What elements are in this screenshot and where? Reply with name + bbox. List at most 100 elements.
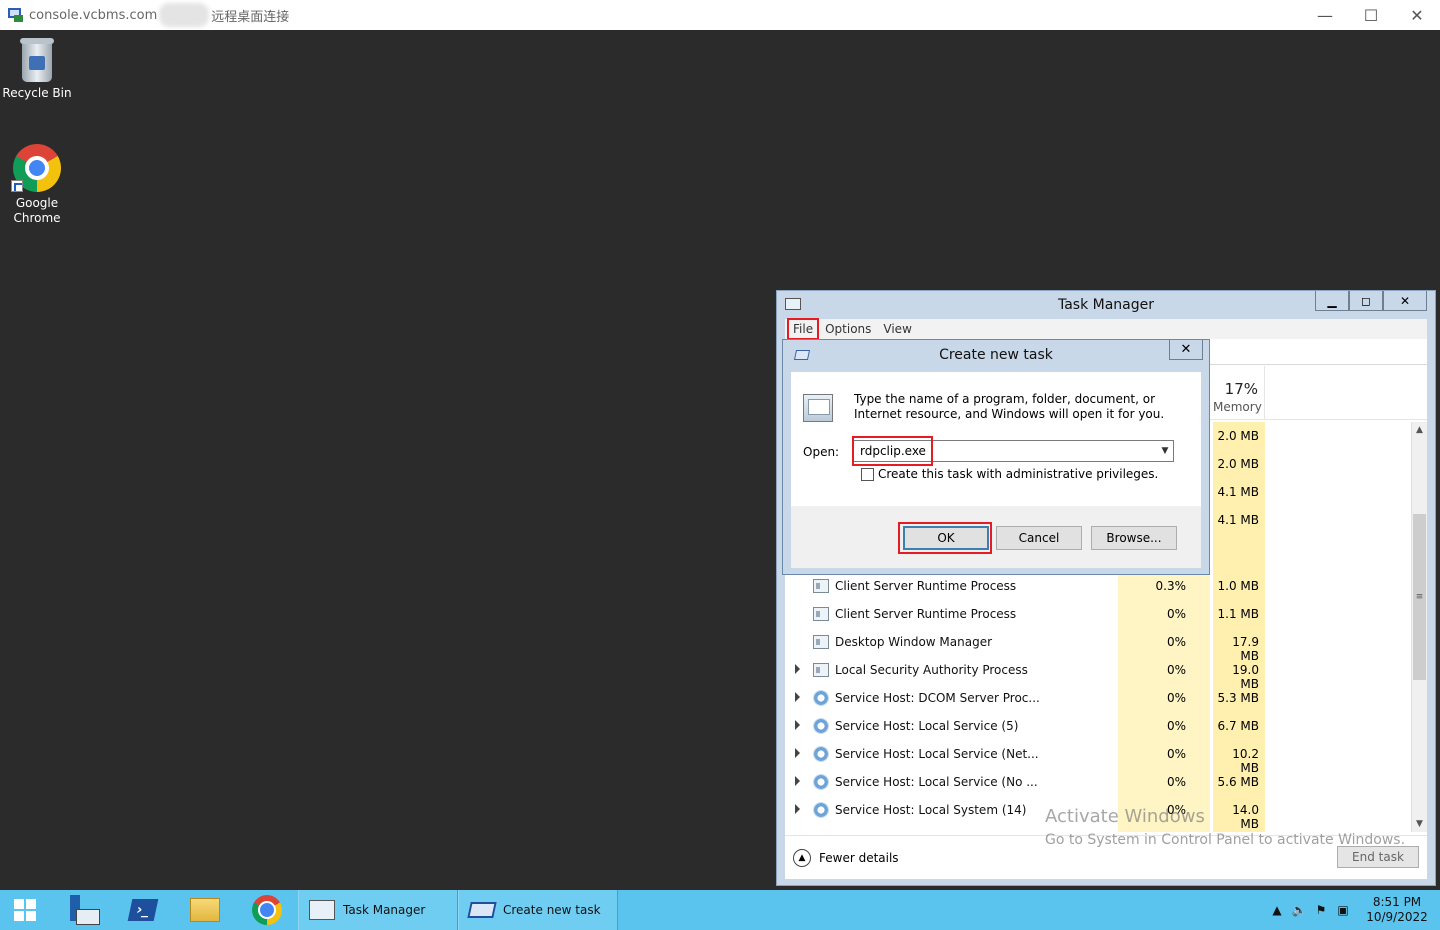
volume-icon[interactable]: 🔈 — [1288, 903, 1310, 917]
process-cpu: 0% — [1166, 747, 1186, 761]
window-icon — [813, 607, 829, 621]
server-manager-icon — [68, 895, 100, 925]
taskbar-task-manager-label: Task Manager — [343, 903, 426, 917]
expand-chevron-icon[interactable] — [795, 804, 800, 814]
fewer-details-label: Fewer details — [819, 851, 899, 865]
dialog-titlebar: Create new task ✕ — [783, 340, 1209, 370]
create-new-task-dialog: Create new task ✕ Type the name of a pro… — [782, 339, 1210, 575]
table-row[interactable]: Desktop Window Manager 0% 17.9 MB — [785, 628, 1411, 663]
open-input[interactable] — [853, 440, 1174, 462]
expand-chevron-icon[interactable] — [795, 748, 800, 758]
process-memory: 4.1 MB — [1217, 485, 1259, 499]
process-name: Desktop Window Manager — [835, 635, 993, 649]
menu-file[interactable]: File — [787, 318, 820, 340]
window-icon — [813, 635, 829, 649]
program-icon — [803, 394, 833, 422]
process-name: Service Host: Local Service (No ... — [835, 775, 1038, 789]
rdp-app-name: 远程桌面连接 — [211, 9, 290, 25]
admin-privileges-label: Create this task with administrative pri… — [878, 467, 1159, 481]
process-cpu: 0% — [1166, 691, 1186, 705]
file-explorer-button[interactable] — [174, 890, 236, 930]
process-name: Service Host: Local Service (Net... — [835, 747, 1039, 761]
process-name: Client Server Runtime Process — [835, 607, 1017, 621]
admin-privileges-option[interactable]: Create this task with administrative pri… — [861, 467, 1158, 481]
dialog-close-button[interactable]: ✕ — [1169, 340, 1203, 360]
tm-minimize-button[interactable]: ▁ — [1315, 291, 1349, 311]
system-tray: ▲ 🔈 ⚑ ▣ 8:51 PM 10/9/2022 — [1266, 890, 1440, 930]
gear-icon — [813, 802, 829, 818]
process-name: Service Host: Local System (14) — [835, 803, 1027, 817]
process-name: Service Host: DCOM Server Proc... — [835, 691, 1040, 705]
rdp-maximize-button[interactable]: ☐ — [1348, 0, 1394, 30]
memory-column-header[interactable]: 17% Memory — [1213, 366, 1265, 420]
admin-privileges-checkbox[interactable] — [861, 467, 874, 481]
process-cpu: 0% — [1166, 663, 1186, 677]
open-label: Open: — [803, 445, 840, 459]
rdp-host: console.vcbms.com — [29, 7, 158, 23]
powershell-icon: ›_ — [127, 899, 159, 921]
expand-chevron-icon[interactable] — [795, 664, 800, 674]
folder-icon — [190, 898, 220, 922]
expand-chevron-icon[interactable] — [795, 776, 800, 786]
recycle-bin-shortcut[interactable]: Recycle Bin — [0, 38, 74, 101]
expand-chevron-icon[interactable] — [795, 720, 800, 730]
task-manager-titlebar: Task Manager ▁ ◻ ✕ — [777, 291, 1435, 319]
table-row[interactable]: Service Host: DCOM Server Proc... 0% 5.3 M… — [785, 684, 1411, 712]
table-row[interactable]: Service Host: Local Service (No ... 0% 5.6… — [785, 768, 1411, 796]
windows-logo-icon — [14, 899, 36, 921]
chrome-icon — [11, 144, 61, 192]
table-row[interactable]: Service Host: Local Service (5) 0% 6.7 MB — [785, 712, 1411, 740]
recycle-bin-label: Recycle Bin — [2, 86, 72, 100]
table-row[interactable]: Client Server Runtime Process 0% 1.1 MB — [785, 600, 1411, 628]
run-icon — [467, 902, 497, 918]
process-memory: 5.6 MB — [1217, 775, 1259, 789]
process-cpu: 0% — [1166, 635, 1186, 649]
gear-icon — [813, 774, 829, 790]
show-hidden-icons-icon[interactable]: ▲ — [1266, 903, 1288, 917]
memory-label: Memory — [1213, 400, 1262, 414]
cancel-button[interactable]: Cancel — [996, 526, 1082, 550]
browse-button[interactable]: Browse... — [1091, 526, 1177, 550]
network-icon[interactable]: ▣ — [1332, 903, 1354, 917]
taskbar-task-manager[interactable]: Task Manager — [298, 890, 458, 930]
scroll-up-icon[interactable]: ▲ — [1412, 422, 1427, 438]
start-button[interactable] — [0, 890, 50, 930]
scroll-down-icon[interactable]: ▼ — [1412, 816, 1427, 832]
server-manager-button[interactable] — [50, 890, 112, 930]
ok-button[interactable]: OK — [903, 526, 989, 550]
fewer-details-button[interactable]: ▲ Fewer details — [793, 849, 899, 867]
tm-close-button[interactable]: ✕ — [1383, 291, 1427, 311]
table-row[interactable]: Client Server Runtime Process 0.3% 1.0 MB — [785, 572, 1411, 600]
flag-icon[interactable]: ⚑ — [1310, 903, 1332, 917]
google-chrome-shortcut[interactable]: Google Chrome — [0, 144, 74, 226]
clock-date: 10/9/2022 — [1366, 910, 1428, 924]
tm-maximize-button[interactable]: ◻ — [1349, 291, 1383, 311]
table-row[interactable]: Local Security Authority Process 0% 19.0 M… — [785, 656, 1411, 691]
end-task-button[interactable]: End task — [1337, 846, 1419, 868]
task-manager-window-controls: ▁ ◻ ✕ — [1315, 291, 1427, 311]
scroll-thumb[interactable]: ≡ — [1413, 514, 1426, 680]
chrome-taskbar-button[interactable] — [236, 890, 298, 930]
table-row[interactable]: Service Host: Local Service (Net... 0% 10.… — [785, 740, 1411, 775]
expand-chevron-icon[interactable] — [795, 692, 800, 702]
menu-options[interactable]: Options — [819, 322, 877, 336]
clock-time: 8:51 PM — [1372, 895, 1422, 909]
taskbar-create-new-task[interactable]: Create new task — [458, 890, 618, 930]
process-memory: 14.0 MB — [1232, 803, 1259, 831]
rdp-minimize-button[interactable]: — — [1302, 0, 1348, 30]
powershell-button[interactable]: ›_ — [112, 890, 174, 930]
window-icon — [813, 579, 829, 593]
gear-icon — [813, 690, 829, 706]
process-memory: 5.3 MB — [1217, 691, 1259, 705]
task-manager-icon — [309, 900, 335, 920]
taskbar-create-new-task-label: Create new task — [503, 903, 601, 917]
rdp-close-button[interactable]: ✕ — [1394, 0, 1440, 30]
process-memory: 1.1 MB — [1217, 607, 1259, 621]
process-list-scrollbar[interactable]: ▲ ≡ ▼ — [1411, 422, 1427, 832]
menu-view[interactable]: View — [877, 322, 917, 336]
dialog-content: Type the name of a program, folder, docu… — [791, 372, 1201, 568]
chevron-up-icon: ▲ — [793, 849, 811, 867]
process-name: Client Server Runtime Process — [835, 579, 1017, 593]
clock[interactable]: 8:51 PM 10/9/2022 — [1354, 895, 1440, 925]
process-name: Local Security Authority Process — [835, 663, 1028, 677]
